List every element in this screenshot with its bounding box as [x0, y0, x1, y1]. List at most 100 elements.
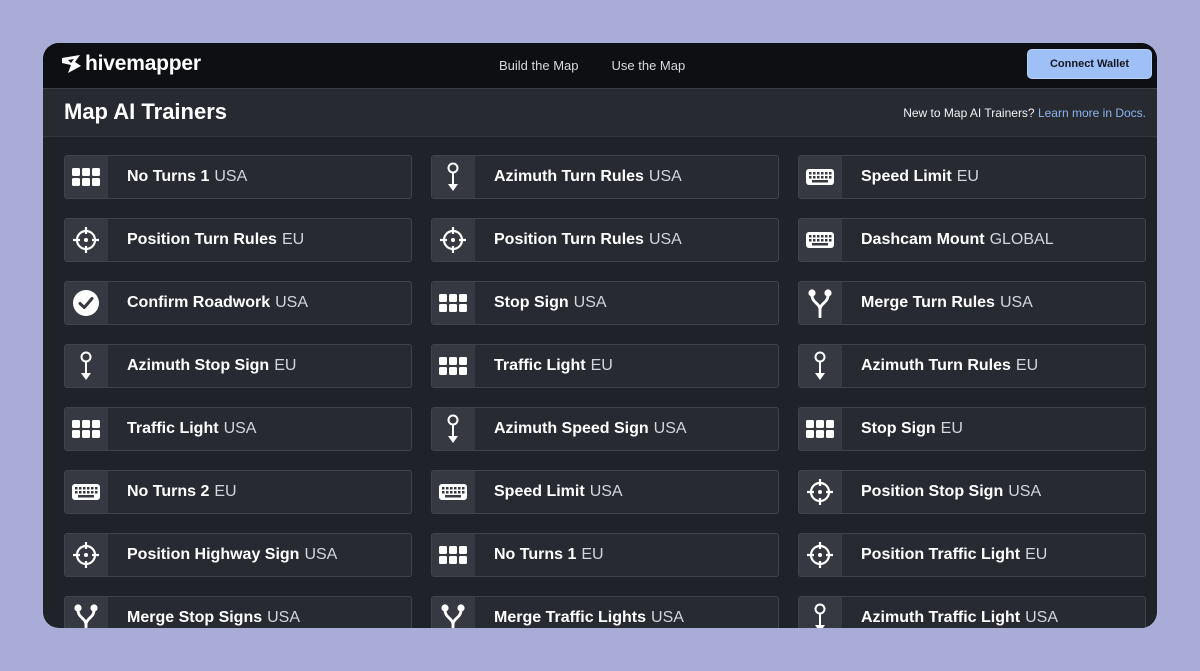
trainer-name: No Turns 2 [127, 483, 210, 500]
trainer-card-label: Speed Limit USA [494, 483, 623, 501]
trainer-name: Azimuth Traffic Light [861, 609, 1021, 626]
trainer-region: USA [223, 420, 257, 437]
trainer-card-label: Position Stop Sign USA [861, 483, 1041, 501]
trainer-card-position-turn-rules-eu[interactable]: Position Turn Rules EU [64, 218, 412, 262]
hivemapper-logo[interactable]: hivemapper [60, 52, 201, 76]
connect-wallet-button[interactable]: Connect Wallet [1027, 49, 1152, 79]
trainer-card-no-turns-1-eu[interactable]: No Turns 1 EU [431, 533, 779, 577]
trainer-name: Stop Sign [494, 294, 569, 311]
trainer-card-label: Azimuth Traffic Light USA [861, 609, 1058, 627]
trainer-card-label: Azimuth Turn Rules USA [494, 168, 682, 186]
grid-icon [799, 408, 842, 450]
trainer-region: USA [573, 294, 607, 311]
grid-icon [432, 534, 475, 576]
trainer-name: Azimuth Turn Rules [494, 168, 644, 185]
docs-prompt: New to Map AI Trainers? [903, 106, 1035, 120]
grid-icon [65, 408, 108, 450]
trainer-card-position-traffic-light-eu[interactable]: Position Traffic Light EU [798, 533, 1146, 577]
keyboard-icon [65, 471, 108, 513]
trainer-name: Merge Turn Rules [861, 294, 995, 311]
logo-text: hivemapper [85, 52, 201, 75]
trainer-card-merge-stop-signs-usa[interactable]: Merge Stop Signs USA [64, 596, 412, 628]
trainer-card-confirm-roadwork-usa[interactable]: Confirm Roadwork USA [64, 281, 412, 325]
trainer-card-stop-sign-eu[interactable]: Stop Sign EU [798, 407, 1146, 451]
keyboard-icon [799, 156, 842, 198]
trainer-card-label: Dashcam Mount GLOBAL [861, 231, 1054, 249]
trainer-name: Position Stop Sign [861, 483, 1004, 500]
trainer-card-label: Stop Sign EU [861, 420, 963, 438]
trainer-card-azimuth-speed-sign-usa[interactable]: Azimuth Speed Sign USA [431, 407, 779, 451]
crosshair-icon [65, 534, 108, 576]
trainer-card-azimuth-traffic-light-usa[interactable]: Azimuth Traffic Light USA [798, 596, 1146, 628]
keyboard-icon [432, 471, 475, 513]
azimuth-pin-icon [799, 345, 842, 387]
trainer-name: Merge Traffic Lights [494, 609, 647, 626]
trainer-card-azimuth-stop-sign-eu[interactable]: Azimuth Stop Sign EU [64, 344, 412, 388]
crosshair-icon [65, 219, 108, 261]
trainer-card-label: Traffic Light EU [494, 357, 613, 375]
azimuth-pin-icon [432, 156, 475, 198]
trainer-region: USA [648, 231, 682, 248]
trainer-name: Speed Limit [494, 483, 585, 500]
trainer-name: Speed Limit [861, 168, 952, 185]
trainer-region: EU [940, 420, 963, 437]
trainer-name: No Turns 1 [494, 546, 577, 563]
trainer-card-label: Confirm Roadwork USA [127, 294, 308, 312]
trainer-name: Azimuth Turn Rules [861, 357, 1011, 374]
trainer-region: EU [274, 357, 297, 374]
check-circle-icon [65, 282, 108, 324]
trainer-card-label: No Turns 1 USA [127, 168, 247, 186]
trainer-card-label: Azimuth Speed Sign USA [494, 420, 687, 438]
trainer-card-position-turn-rules-usa[interactable]: Position Turn Rules USA [431, 218, 779, 262]
trainer-card-speed-limit-eu[interactable]: Speed Limit EU [798, 155, 1146, 199]
trainer-card-merge-traffic-lights-usa[interactable]: Merge Traffic Lights USA [431, 596, 779, 628]
trainer-card-label: Merge Stop Signs USA [127, 609, 300, 627]
nav-use-the-map[interactable]: Use the Map [612, 58, 686, 73]
trainer-name: Traffic Light [127, 420, 219, 437]
trainer-card-azimuth-turn-rules-eu[interactable]: Azimuth Turn Rules EU [798, 344, 1146, 388]
app-window: hivemapper Build the Map Use the Map Con… [43, 43, 1157, 628]
trainer-name: Position Turn Rules [127, 231, 277, 248]
trainer-region: USA [275, 294, 309, 311]
trainer-region: EU [956, 168, 979, 185]
azimuth-pin-icon [799, 597, 842, 628]
trainer-name: No Turns 1 [127, 168, 210, 185]
trainer-card-traffic-light-usa[interactable]: Traffic Light USA [64, 407, 412, 451]
trainer-region: USA [648, 168, 682, 185]
top-nav-bar: hivemapper Build the Map Use the Map Con… [43, 43, 1157, 88]
trainer-name: Merge Stop Signs [127, 609, 263, 626]
trainer-region: EU [581, 546, 604, 563]
trainer-card-stop-sign-usa[interactable]: Stop Sign USA [431, 281, 779, 325]
grid-icon [432, 282, 475, 324]
trainer-name: Position Turn Rules [494, 231, 644, 248]
trainer-card-label: No Turns 1 EU [494, 546, 604, 564]
grid-icon [65, 156, 108, 198]
trainer-name: Confirm Roadwork [127, 294, 271, 311]
trainer-region: USA [214, 168, 248, 185]
page-title: Map AI Trainers [64, 99, 228, 124]
trainer-region: EU [1015, 357, 1039, 374]
trainer-card-no-turns-2-eu[interactable]: No Turns 2 EU [64, 470, 412, 514]
trainer-card-speed-limit-usa[interactable]: Speed Limit USA [431, 470, 779, 514]
trainer-card-dashcam-mount-global[interactable]: Dashcam Mount GLOBAL [798, 218, 1146, 262]
trainer-card-no-turns-1-usa[interactable]: No Turns 1 USA [64, 155, 412, 199]
azimuth-pin-icon [65, 345, 108, 387]
hivemapper-logo-icon [62, 55, 81, 73]
trainer-name: Stop Sign [861, 420, 936, 437]
trainer-card-label: Speed Limit EU [861, 168, 979, 186]
trainer-card-traffic-light-eu[interactable]: Traffic Light EU [431, 344, 779, 388]
trainer-card-position-highway-sign-usa[interactable]: Position Highway Sign USA [64, 533, 412, 577]
trainer-name: Traffic Light [494, 357, 586, 374]
nav-build-the-map[interactable]: Build the Map [499, 58, 579, 73]
trainer-card-position-stop-sign-usa[interactable]: Position Stop Sign USA [798, 470, 1146, 514]
docs-link[interactable]: Learn more in Docs. [1038, 106, 1146, 120]
merge-icon [65, 597, 108, 628]
trainer-region: USA [653, 420, 687, 437]
trainer-name: Azimuth Speed Sign [494, 420, 649, 437]
trainer-region: USA [651, 609, 684, 626]
trainer-card-azimuth-turn-rules-usa[interactable]: Azimuth Turn Rules USA [431, 155, 779, 199]
trainer-region: USA [1025, 609, 1059, 626]
trainer-card-merge-turn-rules-usa[interactable]: Merge Turn Rules USA [798, 281, 1146, 325]
trainer-card-label: Merge Traffic Lights USA [494, 609, 684, 627]
page-header: Map AI Trainers New to Map AI Trainers? … [43, 88, 1157, 137]
